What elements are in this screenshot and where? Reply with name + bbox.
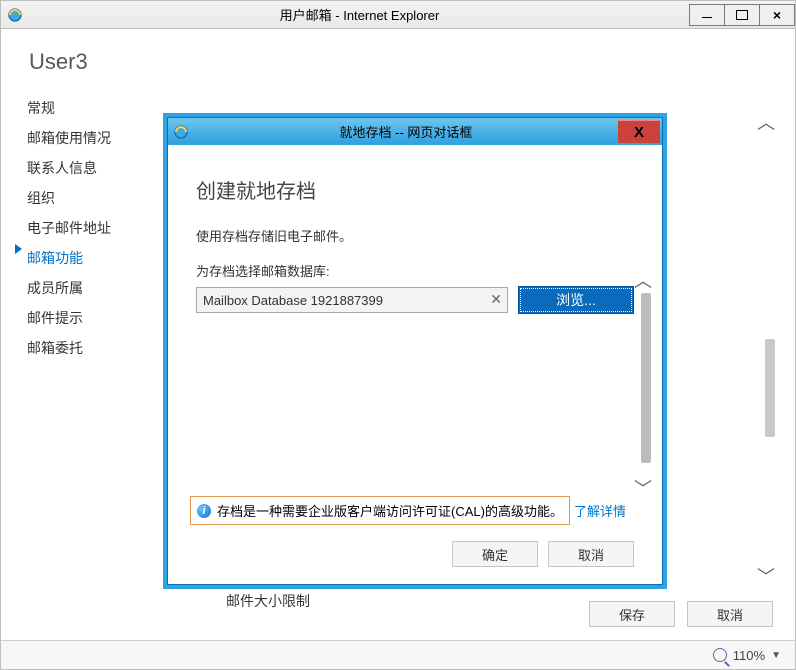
- info-text: 存档是一种需要企业版客户端访问许可证(CAL)的高级功能。: [217, 501, 563, 520]
- window-title: 用户邮箱 - Internet Explorer: [29, 5, 690, 24]
- browse-button[interactable]: 浏览...: [518, 286, 634, 314]
- dialog-scroll-down-icon[interactable]: ﹀: [634, 475, 652, 501]
- dialog-close-button[interactable]: X: [618, 120, 660, 143]
- nav-active-indicator-icon: [15, 244, 22, 254]
- nav-item-delegation[interactable]: 邮箱委托: [27, 333, 111, 363]
- db-field-row: ✕ 浏览...: [196, 286, 634, 314]
- ie-icon: [173, 124, 189, 140]
- status-bar: 110% ▼: [1, 640, 795, 669]
- nav-item-general[interactable]: 常规: [27, 93, 111, 123]
- learn-more-link[interactable]: 了解详情: [574, 501, 626, 520]
- page-title: User3: [29, 49, 88, 75]
- dialog-titlebar: 就地存档 -- 网页对话框 X: [168, 118, 662, 145]
- nav-item-member-of[interactable]: 成员所属: [27, 273, 111, 303]
- main-content: User3 常规 邮箱使用情况 联系人信息 组织 电子邮件地址 邮箱功能 成员所…: [1, 29, 795, 641]
- mailbox-database-input[interactable]: [196, 287, 508, 313]
- main-footer-buttons: 保存 取消: [589, 601, 773, 627]
- dialog-body: 创建就地存档 使用存档存储旧电子邮件。 为存档选择邮箱数据库: ✕ 浏览... …: [168, 145, 662, 583]
- clear-input-icon[interactable]: ✕: [490, 291, 502, 308]
- dialog-title: 就地存档 -- 网页对话框: [194, 122, 618, 141]
- app-window: 用户邮箱 - Internet Explorer × User3 常规 邮箱使用…: [0, 0, 796, 670]
- outer-scrollbar[interactable]: [765, 339, 775, 437]
- dialog-footer-buttons: 确定 取消: [452, 541, 634, 567]
- nav-item-organization[interactable]: 组织: [27, 183, 111, 213]
- info-row: i 存档是一种需要企业版客户端访问许可证(CAL)的高级功能。 了解详情: [190, 496, 636, 525]
- truncated-section-label: 邮件大小限制: [226, 591, 310, 611]
- main-cancel-button[interactable]: 取消: [687, 601, 773, 627]
- nav-item-mailbox-features[interactable]: 邮箱功能: [27, 243, 111, 273]
- ie-icon: [7, 7, 23, 23]
- dialog-cancel-button[interactable]: 取消: [548, 541, 634, 567]
- zoom-level: 110%: [733, 648, 765, 663]
- info-icon: i: [197, 504, 211, 518]
- nav-item-mailbox-usage[interactable]: 邮箱使用情况: [27, 123, 111, 153]
- zoom-dropdown-icon[interactable]: ▼: [771, 650, 781, 661]
- nav-item-email-address[interactable]: 电子邮件地址: [27, 213, 111, 243]
- info-callout: i 存档是一种需要企业版客户端访问许可证(CAL)的高级功能。: [190, 496, 570, 525]
- side-nav: 常规 邮箱使用情况 联系人信息 组织 电子邮件地址 邮箱功能 成员所属 邮件提示…: [27, 93, 111, 363]
- archive-dialog: 就地存档 -- 网页对话框 X 创建就地存档 使用存档存储旧电子邮件。 为存档选…: [167, 117, 663, 585]
- close-button[interactable]: ×: [759, 4, 795, 26]
- nav-item-contact-info[interactable]: 联系人信息: [27, 153, 111, 183]
- db-field-label: 为存档选择邮箱数据库:: [196, 261, 634, 280]
- dialog-scrollbar[interactable]: [641, 293, 651, 463]
- main-titlebar: 用户邮箱 - Internet Explorer ×: [1, 1, 795, 29]
- dialog-heading: 创建就地存档: [196, 175, 634, 204]
- window-controls: ×: [690, 4, 795, 26]
- nav-item-mailtip[interactable]: 邮件提示: [27, 303, 111, 333]
- save-button[interactable]: 保存: [589, 601, 675, 627]
- minimize-button[interactable]: [689, 4, 725, 26]
- maximize-button[interactable]: [724, 4, 760, 26]
- zoom-icon[interactable]: [713, 648, 727, 662]
- ok-button[interactable]: 确定: [452, 541, 538, 567]
- outer-scroll-down-icon[interactable]: ﹀: [757, 563, 775, 589]
- outer-scroll-up-icon[interactable]: ︿: [757, 109, 775, 135]
- dialog-scroll-up-icon[interactable]: ︿: [634, 267, 652, 293]
- db-input-wrap: ✕: [196, 287, 508, 313]
- dialog-description: 使用存档存储旧电子邮件。: [196, 226, 634, 245]
